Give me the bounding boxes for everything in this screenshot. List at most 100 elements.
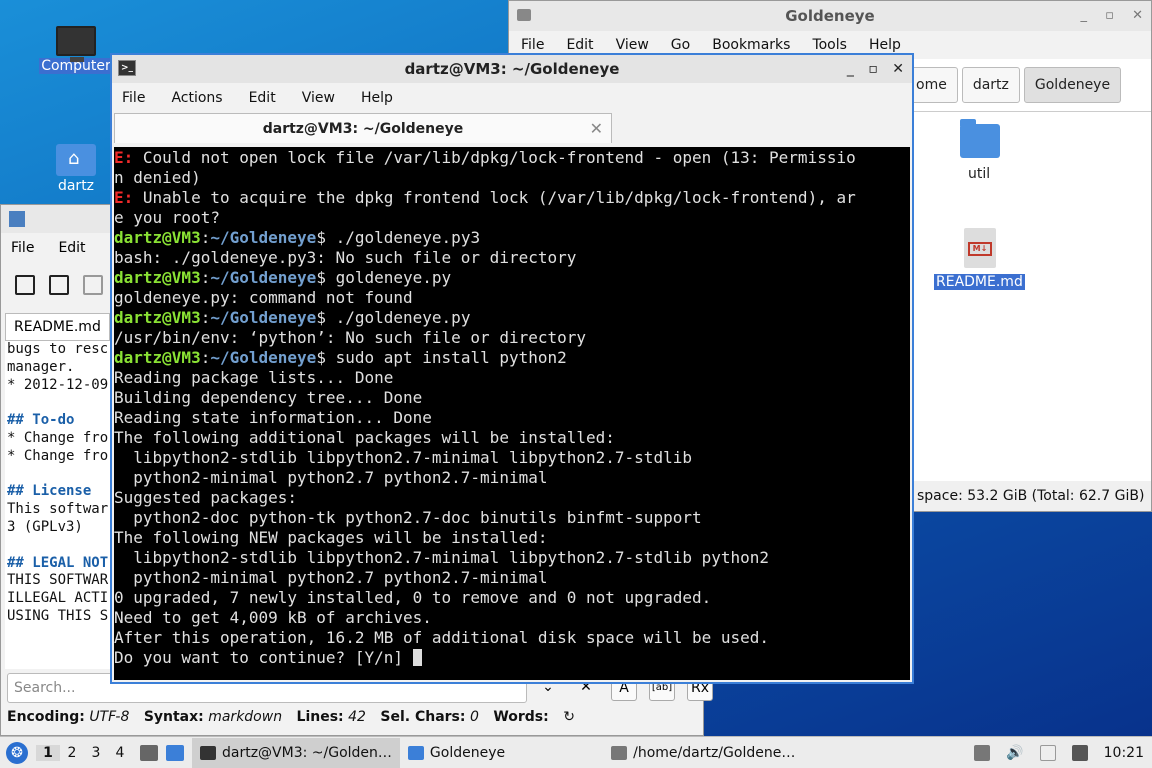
terminal-line: /usr/bin/env: ‘python’: No such file or … [114,328,910,348]
task-text-editor[interactable]: /home/dartz/Goldene… [603,738,803,768]
workspace-3[interactable]: 3 [84,745,108,761]
terminal-line: dartz@VM3:~/Goldeneye$ sudo apt install … [114,348,910,368]
markdown-file-icon[interactable]: M↓ [964,228,996,268]
terminal-line: python2-doc python-tk python2.7-doc binu… [114,508,910,528]
minimize-button[interactable]: _ [847,61,854,77]
terminal-title: dartz@VM3: ~/Goldeneye [404,60,620,78]
file-manager-launcher-icon[interactable] [140,744,158,761]
start-menu-button[interactable]: ❂ [6,741,28,764]
folder-icon[interactable] [960,119,1000,158]
terminal-text: n denied) [114,168,201,187]
terminal-output[interactable]: E: Could not open lock file /var/lib/dpk… [114,147,910,680]
file-manager-titlebar[interactable]: Goldeneye _ ▫ ✕ [509,1,1151,31]
terminal-text: sudo apt install python2 [325,348,567,367]
file-manager-statusbar: space: 53.2 GiB (Total: 62.7 GiB) [909,481,1151,511]
terminal-menubar: File Actions Edit View Help [112,83,912,113]
desktop-icon-computer[interactable]: Computer [36,26,116,74]
menu-edit[interactable]: Edit [58,240,85,256]
task-file-manager[interactable]: Goldeneye [400,738,513,768]
menu-edit[interactable]: Edit [249,90,276,106]
clock[interactable]: 10:21 [1104,745,1144,761]
close-tab-icon[interactable]: ✕ [590,114,603,144]
save-icon[interactable] [83,275,103,295]
terminal-titlebar[interactable]: >_ dartz@VM3: ~/Goldeneye _ ▫ ✕ [112,55,912,83]
desktop-icon-home[interactable]: dartz [36,144,116,194]
volume-icon[interactable]: 🔊 [1006,745,1023,761]
error-prefix: E: [114,148,134,167]
computer-icon [56,26,96,62]
prompt-separator: : [200,268,211,287]
error-prefix: E: [114,188,134,207]
terminal-line: The following additional packages will b… [114,428,910,448]
terminal-text: libpython2-stdlib libpython2.7-minimal l… [114,448,692,467]
menu-help[interactable]: Help [361,90,393,106]
refresh-icon[interactable]: ↻ [563,709,575,725]
minimize-button[interactable]: _ [1081,8,1088,23]
home-folder-icon [56,144,96,176]
terminal-text: Unable to acquire the dpkg frontend lock… [133,188,856,207]
editor-line: * Change fro [7,447,109,464]
editor-text-area[interactable]: bugs to resc manager. * 2012-12-09 ## To-do… [5,341,115,669]
terminal-text: python2-minimal python2.7 python2.7-mini… [114,468,548,487]
file-manager-title: Goldeneye [785,7,875,25]
maximize-button[interactable]: ▫ [868,61,878,77]
editor-line: * 2012-12-09 [7,376,109,393]
terminal-text: e you root? [114,208,220,227]
file-label-util[interactable]: util [968,166,990,182]
terminal-text: Suggested packages: [114,488,298,507]
workspace-2[interactable]: 2 [60,745,84,761]
terminal-line: goldeneye.py: command not found [114,288,910,308]
workspace-4[interactable]: 4 [108,745,132,761]
terminal-cursor [412,649,422,666]
maximize-button[interactable]: ▫ [1105,8,1114,23]
network-icon[interactable] [1071,744,1088,761]
file-view: util M↓ README.md [909,111,1151,481]
open-folder-icon[interactable] [49,275,69,295]
clipboard-icon[interactable] [1039,744,1056,761]
tab-readme[interactable]: README.md [5,313,110,341]
menu-go[interactable]: Go [671,37,690,53]
close-button[interactable]: ✕ [1132,8,1143,23]
breadcrumb-goldeneye[interactable]: Goldeneye [1023,67,1122,103]
terminal-line: The following NEW packages will be insta… [114,528,910,548]
terminal-line: Reading state information... Done [114,408,910,428]
terminal-line: E: Unable to acquire the dpkg frontend l… [114,188,910,208]
menu-file[interactable]: File [11,240,34,256]
terminal-line: Do you want to continue? [Y/n] [114,648,910,668]
menu-file[interactable]: File [521,37,544,53]
terminal-line: bash: ./goldeneye.py3: No such file or d… [114,248,910,268]
prompt-path: ~/Goldeneye [210,268,317,287]
menu-file[interactable]: File [122,90,145,106]
terminal-text: The following additional packages will b… [114,428,615,447]
terminal-icon: >_ [118,60,136,76]
file-label-readme[interactable]: README.md [934,274,1025,290]
menu-help[interactable]: Help [869,37,901,53]
breadcrumb-dartz[interactable]: dartz [961,67,1020,103]
terminal-line: dartz@VM3:~/Goldeneye$ ./goldeneye.py [114,308,910,328]
terminal-text: 0 upgraded, 7 newly installed, 0 to remo… [114,588,712,607]
menu-edit[interactable]: Edit [566,37,593,53]
show-desktop-icon[interactable] [166,744,184,761]
editor-line: bugs to resc [7,341,109,357]
prompt-user: dartz@VM3 [114,268,201,287]
task-terminal[interactable]: dartz@VM3: ~/Golden… [192,737,400,768]
tab-terminal[interactable]: dartz@VM3: ~/Goldeneye ✕ [114,113,612,143]
terminal-line: E: Could not open lock file /var/lib/dpk… [114,148,910,168]
menu-bookmarks[interactable]: Bookmarks [712,37,790,53]
prompt-path: ~/Goldeneye [210,308,317,327]
upload-icon[interactable] [974,744,991,761]
menu-tools[interactable]: Tools [812,37,847,53]
terminal-text: Need to get 4,009 kB of archives. [114,608,432,627]
menu-actions[interactable]: Actions [171,90,222,106]
terminal-text: ./goldeneye.py3 [325,228,481,247]
menu-view[interactable]: View [616,37,649,53]
new-file-icon[interactable] [15,275,35,295]
terminal-text: python2-minimal python2.7 python2.7-mini… [114,568,548,587]
terminal-line: python2-minimal python2.7 python2.7-mini… [114,568,910,588]
menu-view[interactable]: View [302,90,335,106]
terminal-line: Reading package lists... Done [114,368,910,388]
close-button[interactable]: ✕ [892,61,904,77]
workspace-1[interactable]: 1 [36,744,60,761]
